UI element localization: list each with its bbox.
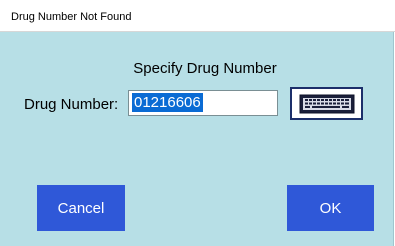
keyboard-button[interactable]	[290, 87, 363, 120]
drug-number-value[interactable]: 01216606	[132, 93, 203, 112]
cancel-button[interactable]: Cancel	[37, 185, 125, 231]
dialog-heading: Specify Drug Number	[133, 60, 277, 77]
window-title: Drug Number Not Found	[11, 11, 132, 23]
ok-button[interactable]: OK	[287, 185, 374, 231]
drug-number-input[interactable]: 01216606	[128, 90, 278, 116]
dialog-body: Specify Drug Number Drug Number: 0121660…	[0, 32, 394, 246]
drug-number-label: Drug Number:	[24, 96, 119, 113]
keyboard-icon	[299, 94, 354, 113]
title-bar: Drug Number Not Found	[0, 0, 395, 32]
